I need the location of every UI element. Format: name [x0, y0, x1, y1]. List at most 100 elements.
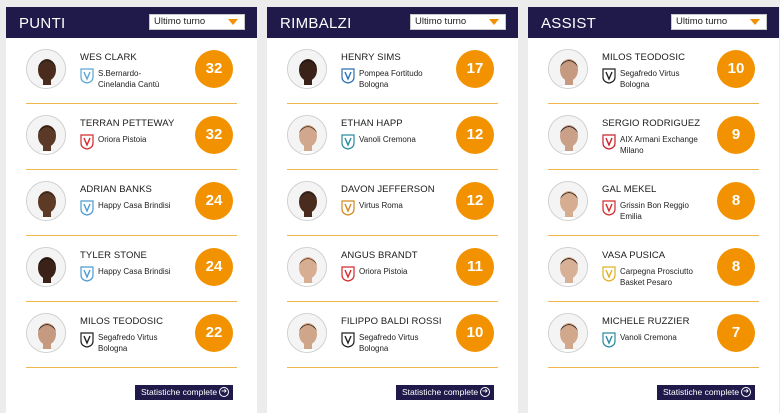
- player-name[interactable]: MILOS TEODOSIC: [602, 52, 685, 63]
- team-name: Carpegna Prosciutto Basket Pesaro: [620, 267, 720, 288]
- panel-header: RIMBALZI Ultimo turno: [267, 7, 518, 38]
- round-select[interactable]: Ultimo turno: [671, 14, 767, 30]
- full-stats-button[interactable]: Statistiche complete ➜: [396, 385, 494, 400]
- round-select-value: Ultimo turno: [676, 16, 728, 27]
- team-logo-icon: [80, 200, 94, 216]
- team-name: Virtus Roma: [359, 201, 459, 212]
- panel-title: ASSIST: [541, 15, 597, 32]
- team-logo-icon: [341, 68, 355, 84]
- player-row[interactable]: MILOS TEODOSIC Segafredo Virtus Bologna …: [26, 302, 237, 368]
- team-name-line-1: AIX Armani Exchange: [620, 135, 698, 144]
- player-name[interactable]: ADRIAN BANKS: [80, 184, 152, 195]
- team-logo-icon: [602, 266, 616, 282]
- player-row[interactable]: ETHAN HAPP Vanoli Cremona 12: [287, 104, 498, 170]
- player-name[interactable]: ANGUS BRANDT: [341, 250, 418, 261]
- team-name-line-1: Segafredo Virtus: [359, 333, 419, 342]
- player-row[interactable]: DAVON JEFFERSON Virtus Roma 12: [287, 170, 498, 236]
- player-photo: [548, 49, 588, 89]
- round-select-value: Ultimo turno: [154, 16, 206, 27]
- player-name[interactable]: GAL MEKEL: [602, 184, 656, 195]
- full-stats-button[interactable]: Statistiche complete ➜: [135, 385, 233, 400]
- team-name-line-1: S.Bernardo-: [98, 69, 142, 78]
- player-row[interactable]: WES CLARK S.Bernardo- Cinelandia Cantù 3…: [26, 38, 237, 104]
- player-photo: [26, 313, 66, 353]
- stat-value-badge: 10: [717, 50, 755, 88]
- team-name: Happy Casa Brindisi: [98, 267, 198, 278]
- player-row[interactable]: MICHELE RUZZIER Vanoli Cremona 7: [548, 302, 759, 368]
- team-name-line-2: Bologna: [620, 79, 650, 89]
- team-name-line-1: Grissin Bon Reggio: [620, 201, 689, 210]
- stat-value-badge: 17: [456, 50, 494, 88]
- team-logo-icon: [341, 134, 355, 150]
- stat-value-badge: 32: [195, 50, 233, 88]
- player-name[interactable]: HENRY SIMS: [341, 52, 401, 63]
- team-logo-icon: [602, 68, 616, 84]
- player-row[interactable]: TERRAN PETTEWAY Oriora Pistoia 32: [26, 104, 237, 170]
- player-row[interactable]: HENRY SIMS Pompea Fortitudo Bologna 17: [287, 38, 498, 104]
- player-photo: [548, 313, 588, 353]
- arrow-right-circle-icon: ➜: [219, 387, 229, 397]
- player-name[interactable]: TERRAN PETTEWAY: [80, 118, 174, 129]
- team-name-line-2: Bologna: [359, 79, 389, 89]
- team-name-line-1: Vanoli Cremona: [620, 333, 677, 342]
- player-name[interactable]: FILIPPO BALDI ROSSI: [341, 316, 442, 327]
- player-list: MILOS TEODOSIC Segafredo Virtus Bologna …: [528, 38, 779, 368]
- round-select[interactable]: Ultimo turno: [149, 14, 245, 30]
- panel-title: PUNTI: [19, 15, 66, 32]
- stat-value-badge: 12: [456, 116, 494, 154]
- panel-header: PUNTI Ultimo turno: [6, 7, 257, 38]
- caret-down-icon: [489, 19, 499, 25]
- player-name[interactable]: VASA PUSICA: [602, 250, 665, 261]
- team-name: AIX Armani Exchange Milano: [620, 135, 720, 156]
- player-row[interactable]: ADRIAN BANKS Happy Casa Brindisi 24: [26, 170, 237, 236]
- stat-value-badge: 24: [195, 248, 233, 286]
- player-row[interactable]: GAL MEKEL Grissin Bon Reggio Emilia 8: [548, 170, 759, 236]
- player-name[interactable]: WES CLARK: [80, 52, 137, 63]
- stat-value-badge: 9: [717, 116, 755, 154]
- stat-value-badge: 12: [456, 182, 494, 220]
- player-name[interactable]: DAVON JEFFERSON: [341, 184, 435, 195]
- team-name-line-1: Segafredo Virtus: [98, 333, 158, 342]
- caret-down-icon: [228, 19, 238, 25]
- team-name-line-1: Carpegna Prosciutto: [620, 267, 693, 276]
- team-name-line-1: Segafredo Virtus: [620, 69, 680, 78]
- team-name-line-2: Milano: [620, 145, 644, 155]
- player-row[interactable]: FILIPPO BALDI ROSSI Segafredo Virtus Bol…: [287, 302, 498, 368]
- player-name[interactable]: ETHAN HAPP: [341, 118, 403, 129]
- player-row[interactable]: VASA PUSICA Carpegna Prosciutto Basket P…: [548, 236, 759, 302]
- team-name: Vanoli Cremona: [359, 135, 459, 146]
- stat-panel-punti: PUNTI Ultimo turno WES CLARK S.Bernardo-…: [6, 7, 257, 413]
- round-select[interactable]: Ultimo turno: [410, 14, 506, 30]
- team-name-line-2: Emilia: [620, 211, 642, 221]
- team-logo-icon: [602, 134, 616, 150]
- team-name-line-2: Bologna: [98, 343, 128, 353]
- player-name[interactable]: MILOS TEODOSIC: [80, 316, 163, 327]
- player-photo: [548, 247, 588, 287]
- player-photo: [287, 115, 327, 155]
- stat-panel-assist: ASSIST Ultimo turno MILOS TEODOSIC Segaf…: [528, 7, 779, 413]
- stat-panel-rimbalzi: RIMBALZI Ultimo turno HENRY SIMS Pompea …: [267, 7, 518, 413]
- player-name[interactable]: TYLER STONE: [80, 250, 147, 261]
- player-photo: [548, 115, 588, 155]
- player-row[interactable]: ANGUS BRANDT Oriora Pistoia 11: [287, 236, 498, 302]
- player-name[interactable]: SERGIO RODRIGUEZ: [602, 118, 700, 129]
- full-stats-button[interactable]: Statistiche complete ➜: [657, 385, 755, 400]
- player-row[interactable]: TYLER STONE Happy Casa Brindisi 24: [26, 236, 237, 302]
- full-stats-label: Statistiche complete: [141, 387, 218, 397]
- team-name-line-1: Vanoli Cremona: [359, 135, 416, 144]
- stat-value-badge: 32: [195, 116, 233, 154]
- team-name: Segafredo Virtus Bologna: [620, 69, 720, 90]
- team-name: Vanoli Cremona: [620, 333, 720, 344]
- team-name-line-1: Oriora Pistoia: [98, 135, 147, 144]
- team-logo-icon: [80, 266, 94, 282]
- player-name[interactable]: MICHELE RUZZIER: [602, 316, 690, 327]
- player-photo: [26, 181, 66, 221]
- player-list: WES CLARK S.Bernardo- Cinelandia Cantù 3…: [6, 38, 257, 368]
- player-row[interactable]: MILOS TEODOSIC Segafredo Virtus Bologna …: [548, 38, 759, 104]
- team-name: Oriora Pistoia: [359, 267, 459, 278]
- player-row[interactable]: SERGIO RODRIGUEZ AIX Armani Exchange Mil…: [548, 104, 759, 170]
- panel-title: RIMBALZI: [280, 15, 352, 32]
- player-photo: [548, 181, 588, 221]
- stat-value-badge: 22: [195, 314, 233, 352]
- team-name: Segafredo Virtus Bologna: [98, 333, 198, 354]
